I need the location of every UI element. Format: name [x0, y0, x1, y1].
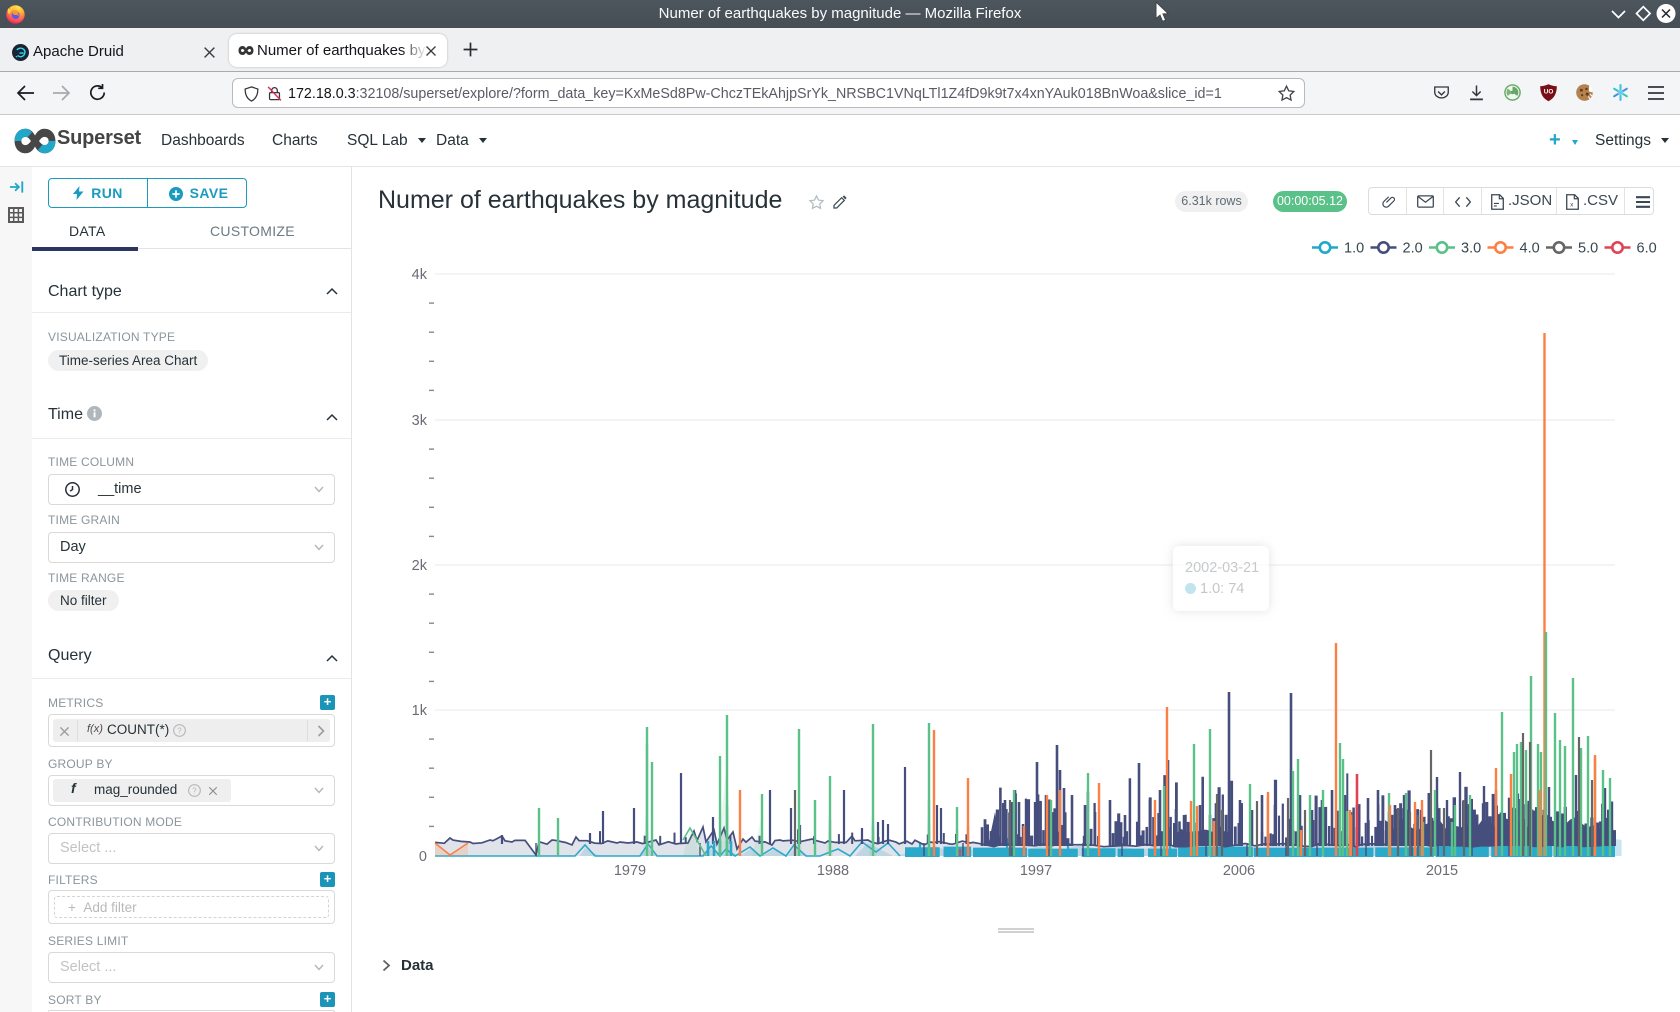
svg-text:2.0: 2.0 [1403, 241, 1423, 257]
svg-text:1979: 1979 [614, 863, 646, 879]
svg-text:1.0: 1.0 [1344, 241, 1364, 257]
svg-text:0: 0 [419, 849, 427, 865]
svg-text:?: ? [192, 786, 197, 795]
svg-text:2k: 2k [412, 558, 428, 574]
svg-text:6.0: 6.0 [1637, 241, 1657, 257]
svg-text:5.0: 5.0 [1578, 241, 1598, 257]
svg-text:1997: 1997 [1020, 863, 1052, 879]
svg-text:3k: 3k [412, 413, 428, 429]
svg-text:?: ? [177, 726, 182, 735]
svg-text:4k: 4k [412, 267, 428, 283]
svg-text:2006: 2006 [1223, 863, 1255, 879]
svg-text:4.0: 4.0 [1520, 241, 1540, 257]
svg-text:1988: 1988 [817, 863, 849, 879]
svg-text:2015: 2015 [1426, 863, 1458, 879]
svg-text:3.0: 3.0 [1461, 241, 1481, 257]
svg-text:1k: 1k [412, 703, 428, 719]
svg-text:UO: UO [1544, 89, 1554, 96]
